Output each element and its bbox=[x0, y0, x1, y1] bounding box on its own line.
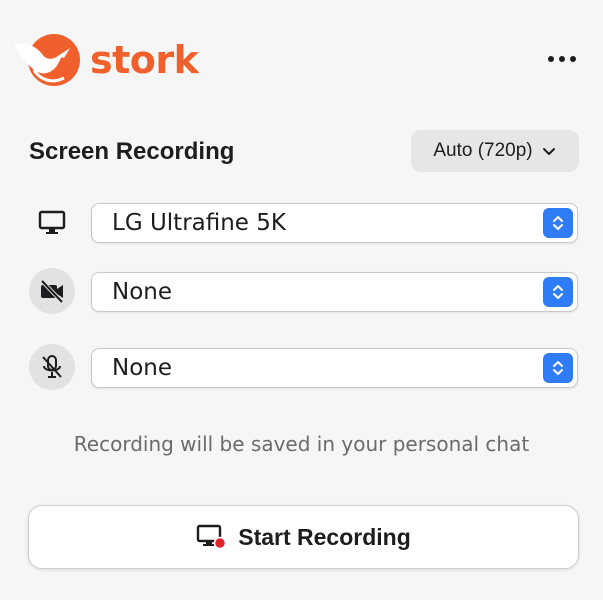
monitor-icon-container bbox=[29, 199, 75, 245]
mic-off-icon bbox=[42, 355, 62, 378]
quality-select[interactable]: Auto (720p) bbox=[411, 130, 579, 172]
chevron-up-down-icon bbox=[553, 285, 563, 299]
brand-name: stork bbox=[90, 38, 199, 82]
section-title: Screen Recording bbox=[29, 138, 235, 165]
mic-off-button[interactable] bbox=[29, 344, 75, 390]
display-select[interactable]: LG Ultrafine 5K bbox=[91, 203, 578, 243]
camera-value: None bbox=[112, 279, 173, 305]
more-options-button[interactable] bbox=[541, 50, 583, 68]
start-recording-label: Start Recording bbox=[238, 523, 411, 550]
stork-logo: stork bbox=[12, 30, 199, 90]
camera-select[interactable]: None bbox=[91, 272, 578, 312]
chevron-down-icon bbox=[542, 148, 555, 155]
chevron-up-down-icon bbox=[553, 216, 563, 230]
display-value: LG Ultrafine 5K bbox=[112, 210, 286, 236]
start-recording-button[interactable]: Start Recording bbox=[28, 505, 579, 569]
save-info-text: Recording will be saved in your personal… bbox=[73, 432, 530, 456]
stork-bird-logo-icon bbox=[14, 34, 80, 86]
more-horizontal-icon bbox=[548, 56, 554, 62]
screen-record-icon bbox=[197, 524, 227, 550]
microphone-select[interactable]: None bbox=[91, 348, 578, 388]
chevron-up-down-icon bbox=[553, 361, 563, 375]
microphone-value: None bbox=[112, 355, 173, 381]
display-stepper[interactable] bbox=[543, 208, 573, 238]
camera-off-icon bbox=[40, 279, 64, 304]
microphone-stepper[interactable] bbox=[543, 353, 573, 383]
camera-off-button[interactable] bbox=[29, 268, 75, 314]
quality-value: Auto (720p) bbox=[433, 140, 533, 161]
monitor-icon bbox=[38, 210, 66, 234]
camera-stepper[interactable] bbox=[543, 277, 573, 307]
